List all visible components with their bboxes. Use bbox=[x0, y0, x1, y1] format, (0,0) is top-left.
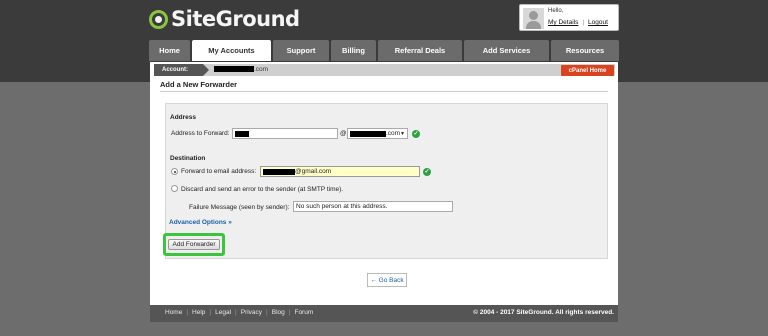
go-back-button[interactable]: ← Go Back bbox=[367, 273, 407, 287]
tab-add-services[interactable]: Add Services bbox=[464, 40, 549, 61]
redacted-email-user bbox=[263, 168, 295, 175]
tab-billing[interactable]: Billing bbox=[331, 40, 376, 61]
breadcrumb-account: .com bbox=[214, 66, 268, 73]
page-title: Add a New Forwarder bbox=[160, 80, 238, 89]
forward-email-suffix: @gmail.com bbox=[295, 168, 332, 175]
domain-select[interactable]: .com ▼ bbox=[347, 128, 408, 139]
footer-link-blog[interactable]: Blog bbox=[272, 309, 285, 316]
breadcrumb: Account: .com bbox=[154, 64, 615, 76]
forward-label: Forward to email address: bbox=[181, 168, 257, 175]
address-valid-check-icon: ✓ bbox=[412, 130, 420, 138]
destination-heading: Destination bbox=[170, 155, 206, 162]
forwarder-form-panel bbox=[165, 103, 608, 259]
tab-referral-deals[interactable]: Referral Deals bbox=[378, 40, 462, 61]
tab-support[interactable]: Support bbox=[273, 40, 329, 61]
title-divider bbox=[160, 91, 608, 92]
failure-message-value: No such person at this address. bbox=[296, 203, 388, 210]
redacted-domain bbox=[214, 66, 254, 73]
address-heading: Address bbox=[170, 114, 197, 121]
footer-link-forum[interactable]: Forum bbox=[294, 309, 313, 316]
failure-message-label: Failure Message (seen by sender): bbox=[189, 204, 290, 211]
user-box: Hello, My Details | Logout bbox=[519, 4, 619, 31]
tab-resources[interactable]: Resources bbox=[551, 40, 619, 61]
main-nav: Home My Accounts Support Billing Referra… bbox=[149, 40, 621, 61]
forward-email-input[interactable]: @gmail.com bbox=[260, 166, 420, 177]
add-forwarder-button[interactable]: Add Forwarder bbox=[168, 239, 220, 250]
siteground-logo-icon bbox=[149, 9, 168, 29]
avatar bbox=[523, 8, 544, 29]
cpanel-home-button[interactable]: cPanel Home bbox=[561, 65, 614, 76]
my-details-link[interactable]: My Details bbox=[548, 19, 578, 26]
tab-my-accounts[interactable]: My Accounts bbox=[192, 40, 271, 61]
logo-text: SiteGround bbox=[171, 7, 300, 31]
tab-home[interactable]: Home bbox=[149, 40, 190, 61]
at-sign: @ bbox=[340, 130, 347, 137]
siteground-logo[interactable]: SiteGround bbox=[149, 7, 300, 31]
advanced-options-link[interactable]: Advanced Options » bbox=[169, 219, 232, 226]
address-input[interactable] bbox=[232, 128, 338, 139]
email-valid-check-icon: ✓ bbox=[423, 168, 431, 176]
forward-radio[interactable] bbox=[171, 168, 178, 175]
copyright: © 2004 - 2017 SiteGround. All rights res… bbox=[473, 309, 614, 316]
footer-link-legal[interactable]: Legal bbox=[215, 309, 231, 316]
redacted-username bbox=[235, 130, 249, 137]
breadcrumb-label: Account: bbox=[154, 64, 203, 76]
logout-link[interactable]: Logout bbox=[588, 19, 608, 26]
failure-message-input[interactable]: No such person at this address. bbox=[293, 201, 453, 212]
domain-suffix: .com bbox=[385, 130, 401, 137]
footer-link-privacy[interactable]: Privacy bbox=[241, 309, 262, 316]
address-label: Address to Forward: bbox=[171, 130, 230, 137]
footer-link-help[interactable]: Help bbox=[192, 309, 205, 316]
greeting: Hello, bbox=[548, 8, 564, 14]
chevron-down-icon: ▼ bbox=[400, 130, 405, 137]
discard-label: Discard and send an error to the sender … bbox=[181, 186, 344, 193]
redacted-domain bbox=[350, 130, 386, 137]
discard-radio[interactable] bbox=[171, 185, 178, 192]
footer-links: Home | Help | Legal | Privacy | Blog | Forum bbox=[165, 309, 314, 316]
footer: Home | Help | Legal | Privacy | Blog | Forum © 200… bbox=[150, 305, 618, 322]
user-links: My Details | Logout bbox=[548, 19, 608, 26]
footer-link-home[interactable]: Home bbox=[165, 309, 182, 316]
breadcrumb-domain-suffix: .com bbox=[254, 66, 269, 73]
breadcrumb-arrow-icon bbox=[203, 64, 209, 76]
